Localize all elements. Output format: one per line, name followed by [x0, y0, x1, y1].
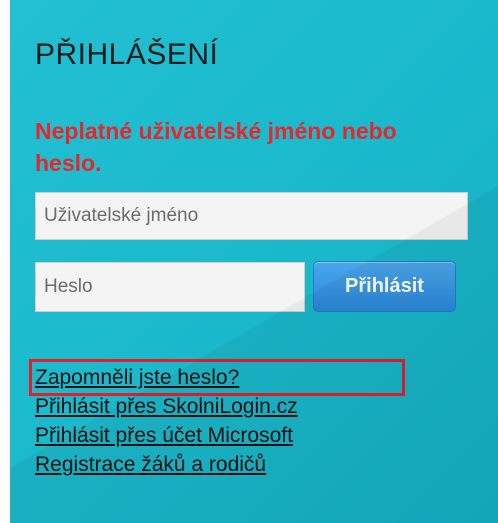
- login-panel: PŘIHLÁŠENÍ Neplatné uživatelské jméno ne…: [10, 0, 498, 523]
- login-button[interactable]: Přihlásit: [313, 261, 456, 312]
- username-input[interactable]: [35, 192, 468, 240]
- microsoft-login-link[interactable]: Přihlásit přes účet Microsoft: [35, 421, 298, 450]
- login-links: Zapomněli jste heslo? Přihlásit přes Sko…: [35, 363, 298, 479]
- password-input[interactable]: [35, 262, 305, 312]
- registration-link[interactable]: Registrace žáků a rodičů: [35, 450, 298, 479]
- error-message: Neplatné uživatelské jméno nebo heslo.: [35, 118, 397, 176]
- skolnilogin-link[interactable]: Přihlásit přes SkolniLogin.cz: [35, 392, 298, 421]
- forgot-password-link[interactable]: Zapomněli jste heslo?: [35, 363, 298, 392]
- login-title: PŘIHLÁŠENÍ: [35, 38, 219, 71]
